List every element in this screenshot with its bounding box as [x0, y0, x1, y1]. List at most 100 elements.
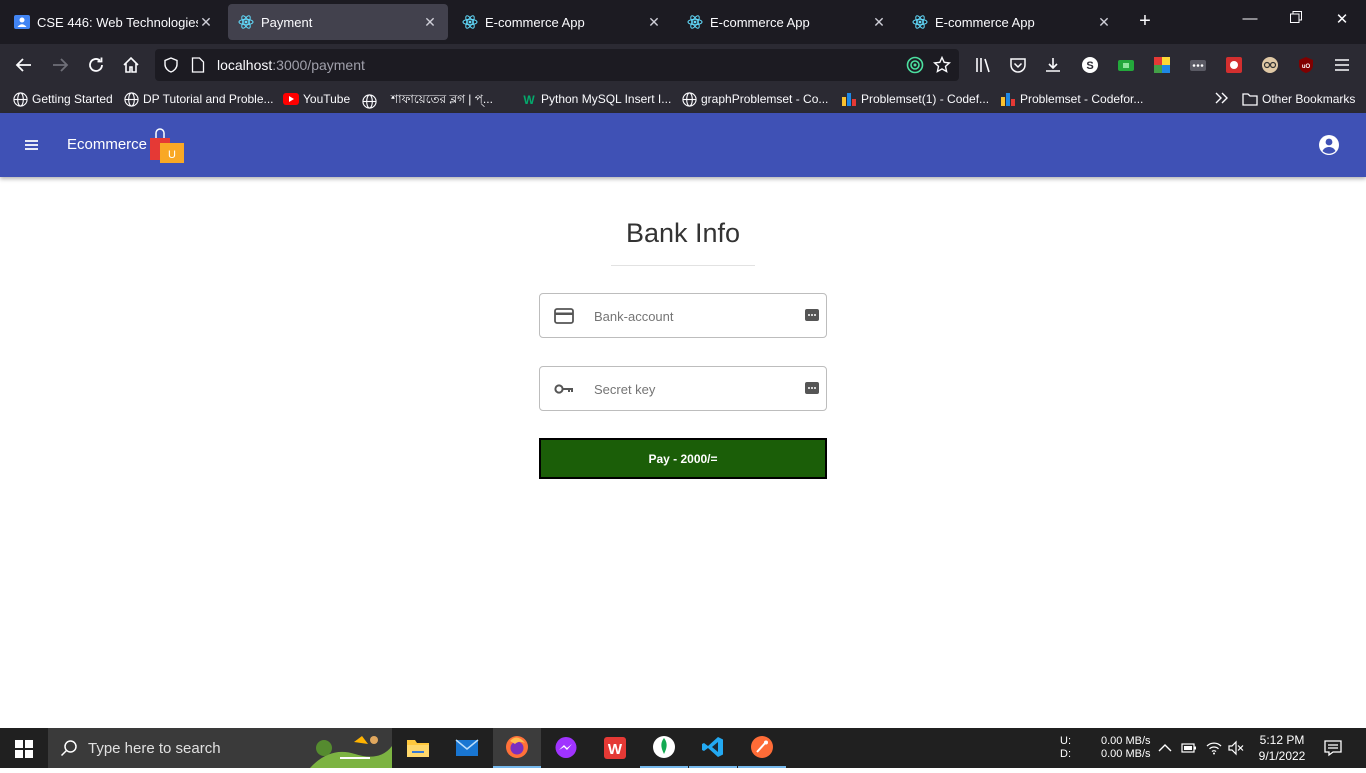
- extension-target-icon[interactable]: [906, 56, 924, 74]
- bookmark-problemset[interactable]: Problemset - Codefor...: [1000, 91, 1143, 107]
- pay-button[interactable]: Pay - 2000/=: [539, 438, 827, 479]
- secret-key-input[interactable]: [594, 377, 790, 401]
- windows-start-icon[interactable]: [15, 740, 33, 758]
- bookmark-star-icon[interactable]: [933, 56, 951, 74]
- close-window-button[interactable]: ✕: [1332, 10, 1352, 28]
- page-icon: [191, 57, 205, 73]
- firefox-app[interactable]: [493, 728, 541, 768]
- close-icon[interactable]: ✕: [871, 14, 887, 31]
- bookmark-label: Problemset(1) - Codef...: [861, 92, 990, 106]
- browser-tab-bar: CSE 446: Web Technologies ✕ Payment ✕ E-…: [0, 0, 1366, 44]
- bookmarks-bar: Getting Started DP Tutorial and Proble..…: [0, 86, 1366, 113]
- close-icon[interactable]: ✕: [1096, 14, 1112, 31]
- battery-icon[interactable]: [1181, 740, 1197, 756]
- globe-icon: [361, 93, 377, 109]
- green-extension-icon[interactable]: [1116, 55, 1136, 75]
- bookmark-youtube[interactable]: YouTube: [283, 91, 350, 107]
- library-icon[interactable]: [973, 55, 993, 75]
- title-divider: [611, 265, 755, 266]
- colorful-extension-icon[interactable]: [1152, 55, 1172, 75]
- tab-ecommerce-1[interactable]: E-commerce App ✕: [452, 4, 672, 40]
- shield-icon[interactable]: [163, 57, 179, 73]
- brand-name[interactable]: Ecommerce: [67, 136, 147, 153]
- wifi-icon[interactable]: [1206, 740, 1222, 756]
- wps-office-app[interactable]: W: [591, 728, 639, 768]
- volume-muted-icon[interactable]: [1228, 740, 1244, 756]
- forward-button[interactable]: [48, 53, 72, 77]
- windows-taskbar: Type here to search W U: D: 0.00 MB/s 0.…: [0, 728, 1366, 768]
- search-icon: [60, 739, 78, 757]
- mail-app[interactable]: [443, 728, 491, 768]
- password-manager-icon[interactable]: [805, 308, 819, 322]
- clock[interactable]: 5:12 PM 9/1/2022: [1252, 732, 1312, 764]
- download-speed: 0.00 MB/s: [1101, 748, 1151, 760]
- restore-button[interactable]: [1286, 10, 1306, 27]
- bookmark-dp-tutorial[interactable]: DP Tutorial and Proble...: [123, 91, 274, 107]
- globe-icon: [681, 91, 697, 107]
- secret-key-field[interactable]: [539, 366, 827, 411]
- tab-ecommerce-2[interactable]: E-commerce App ✕: [677, 4, 897, 40]
- wps-office-icon: W: [604, 737, 626, 759]
- password-manager-icon[interactable]: [805, 381, 819, 395]
- skype-extension-icon[interactable]: S: [1080, 55, 1100, 75]
- menu-icon[interactable]: [22, 135, 42, 155]
- codeforces-icon: [841, 91, 857, 107]
- notification-center-icon[interactable]: [1324, 739, 1342, 757]
- taskbar-search-box[interactable]: Type here to search: [48, 728, 392, 768]
- file-explorer-app[interactable]: [394, 728, 442, 768]
- hamburger-menu-icon[interactable]: [1332, 55, 1352, 75]
- download-icon[interactable]: [1043, 55, 1063, 75]
- new-tab-button[interactable]: +: [1134, 10, 1156, 33]
- home-button[interactable]: [119, 53, 143, 77]
- bookmark-problemset-1[interactable]: Problemset(1) - Codef...: [841, 91, 989, 107]
- messenger-app[interactable]: [542, 728, 590, 768]
- address-bar[interactable]: localhost:3000/payment: [155, 49, 959, 81]
- bookmark-bengali-blog[interactable]: শাফায়েতের ব্লগ | প্...: [361, 91, 493, 111]
- url-text[interactable]: localhost:3000/payment: [217, 57, 365, 73]
- dots-extension-icon[interactable]: [1188, 55, 1208, 75]
- shopping-bag-logo: U: [148, 126, 186, 164]
- tab-payment[interactable]: Payment ✕: [228, 4, 448, 40]
- close-icon[interactable]: ✕: [198, 14, 214, 31]
- pocket-icon[interactable]: [1008, 55, 1028, 75]
- other-bookmarks[interactable]: Other Bookmarks: [1242, 91, 1355, 107]
- tab-ecommerce-3[interactable]: E-commerce App ✕: [902, 4, 1122, 40]
- back-button[interactable]: [12, 53, 36, 77]
- more-bookmarks-chevron-icon[interactable]: [1213, 91, 1229, 105]
- minimize-button[interactable]: —: [1240, 10, 1260, 27]
- netspeed-values: 0.00 MB/s 0.00 MB/s: [1101, 735, 1151, 761]
- classroom-icon: [14, 14, 30, 30]
- search-highlight-illustration: [310, 728, 392, 768]
- bank-account-field[interactable]: [539, 293, 827, 338]
- bookmark-label: YouTube: [303, 92, 351, 106]
- codeforces-icon: [1000, 91, 1016, 107]
- chevron-up-icon[interactable]: [1157, 740, 1173, 756]
- url-host: localhost: [217, 57, 273, 73]
- app-header: Ecommerce U: [0, 113, 1366, 177]
- bank-account-input[interactable]: [594, 304, 790, 328]
- account-circle-icon[interactable]: [1318, 134, 1340, 156]
- tab-cse446[interactable]: CSE 446: Web Technologies ✕: [4, 4, 224, 40]
- bookmark-python-mysql[interactable]: W Python MySQL Insert I...: [521, 91, 671, 107]
- other-bookmarks-label: Other Bookmarks: [1262, 92, 1356, 106]
- svg-text:S: S: [1086, 60, 1093, 72]
- clock-time: 5:12 PM: [1259, 733, 1305, 747]
- reload-icon: [89, 57, 103, 72]
- react-icon: [687, 14, 703, 30]
- svg-text:uO: uO: [1302, 64, 1311, 70]
- postman-app[interactable]: [738, 728, 786, 768]
- vscode-app[interactable]: [689, 728, 737, 768]
- mongodb-compass-app[interactable]: [640, 728, 688, 768]
- bookmark-graph-problemset[interactable]: graphProblemset - Co...: [681, 91, 828, 107]
- close-icon[interactable]: ✕: [422, 14, 438, 31]
- red-extension-icon[interactable]: [1224, 55, 1244, 75]
- react-icon: [462, 14, 478, 30]
- bookmark-getting-started[interactable]: Getting Started: [12, 91, 113, 107]
- glasses-extension-icon[interactable]: [1260, 55, 1280, 75]
- reload-button[interactable]: [84, 53, 108, 77]
- ublock-icon[interactable]: uO: [1296, 55, 1316, 75]
- youtube-icon: [283, 91, 299, 107]
- home-icon: [123, 56, 139, 73]
- close-icon[interactable]: ✕: [646, 14, 662, 31]
- globe-icon: [12, 91, 28, 107]
